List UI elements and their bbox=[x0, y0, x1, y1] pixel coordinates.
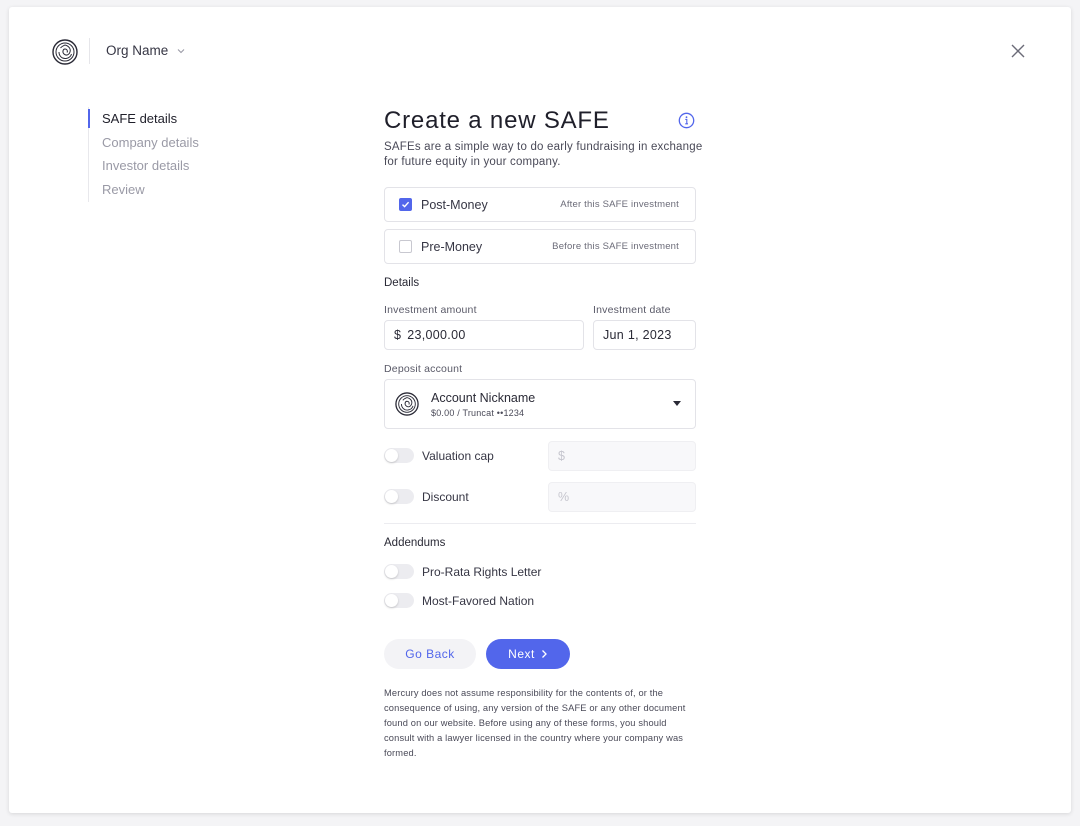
valuation-cap-row: Valuation cap bbox=[384, 448, 494, 463]
mercury-logo-icon bbox=[395, 392, 419, 416]
post-money-checkbox[interactable] bbox=[399, 198, 412, 211]
pro-rata-row: Pro-Rata Rights Letter bbox=[384, 564, 541, 579]
deposit-account-select[interactable]: Account Nickname $0.00 / Truncat ••1234 bbox=[384, 379, 696, 429]
org-switcher[interactable]: Org Name bbox=[106, 43, 186, 58]
account-details: $0.00 / Truncat ••1234 bbox=[431, 407, 525, 418]
investment-amount-label: Investment amount bbox=[384, 304, 477, 316]
disclaimer-text: Mercury does not assume responsibility f… bbox=[384, 688, 686, 758]
valuation-cap-toggle[interactable] bbox=[384, 448, 414, 463]
next-label: Next bbox=[508, 647, 535, 661]
currency-prefix: $ bbox=[394, 328, 402, 342]
post-money-option[interactable]: Post-Money After this SAFE investment bbox=[384, 187, 696, 222]
pre-money-hint: Before this SAFE investment bbox=[552, 241, 679, 252]
mfn-toggle[interactable] bbox=[384, 593, 414, 608]
discount-placeholder: % bbox=[558, 490, 570, 504]
pro-rata-toggle[interactable] bbox=[384, 564, 414, 579]
info-icon[interactable] bbox=[678, 112, 695, 129]
post-money-label: Post-Money bbox=[421, 197, 488, 212]
addendums-heading: Addendums bbox=[384, 537, 446, 549]
pro-rata-label: Pro-Rata Rights Letter bbox=[422, 564, 542, 579]
investment-amount-value: 23,000.00 bbox=[407, 328, 466, 342]
valuation-cap-input[interactable]: $ bbox=[548, 441, 696, 471]
chevron-right-icon bbox=[541, 650, 547, 658]
investment-date-value: Jun 1, 2023 bbox=[603, 328, 672, 342]
details-heading: Details bbox=[384, 277, 420, 289]
mfn-row: Most-Favored Nation bbox=[384, 593, 534, 608]
steps-nav: SAFE details Company details Investor de… bbox=[88, 107, 199, 202]
page-title: Create a new SAFE bbox=[384, 107, 610, 134]
section-divider bbox=[384, 523, 696, 524]
check-icon bbox=[402, 201, 410, 208]
post-money-hint: After this SAFE investment bbox=[560, 199, 679, 210]
investment-date-input[interactable]: Jun 1, 2023 bbox=[593, 320, 696, 350]
header-divider bbox=[89, 38, 90, 64]
go-back-label: Go Back bbox=[405, 647, 455, 661]
close-icon[interactable] bbox=[1008, 41, 1028, 61]
step-company-details[interactable]: Company details bbox=[89, 131, 199, 155]
pre-money-checkbox[interactable] bbox=[399, 240, 412, 253]
go-back-button[interactable]: Go Back bbox=[384, 639, 476, 669]
discount-toggle[interactable] bbox=[384, 489, 414, 504]
caret-down-icon bbox=[673, 401, 681, 406]
mfn-label: Most-Favored Nation bbox=[422, 593, 535, 608]
step-safe-details[interactable]: SAFE details bbox=[88, 107, 199, 131]
next-button[interactable]: Next bbox=[486, 639, 570, 669]
discount-input[interactable]: % bbox=[548, 482, 696, 512]
pre-money-label: Pre-Money bbox=[421, 239, 483, 254]
mercury-logo-icon[interactable] bbox=[52, 39, 78, 65]
page-subtitle: SAFEs are a simple way to do early fundr… bbox=[384, 141, 703, 168]
account-nickname: Account Nickname bbox=[431, 390, 536, 405]
pre-money-option[interactable]: Pre-Money Before this SAFE investment bbox=[384, 229, 696, 264]
step-investor-details[interactable]: Investor details bbox=[89, 154, 199, 178]
deposit-account-label: Deposit account bbox=[384, 363, 463, 375]
valuation-cap-label: Valuation cap bbox=[422, 448, 494, 463]
chevron-down-icon bbox=[177, 48, 185, 53]
org-name: Org Name bbox=[106, 43, 169, 58]
step-review[interactable]: Review bbox=[89, 178, 199, 202]
discount-row: Discount bbox=[384, 489, 469, 504]
discount-label: Discount bbox=[422, 489, 469, 504]
investment-date-label: Investment date bbox=[593, 304, 671, 316]
investment-amount-input[interactable]: $ 23,000.00 bbox=[384, 320, 584, 350]
valuation-cap-placeholder: $ bbox=[558, 449, 566, 463]
